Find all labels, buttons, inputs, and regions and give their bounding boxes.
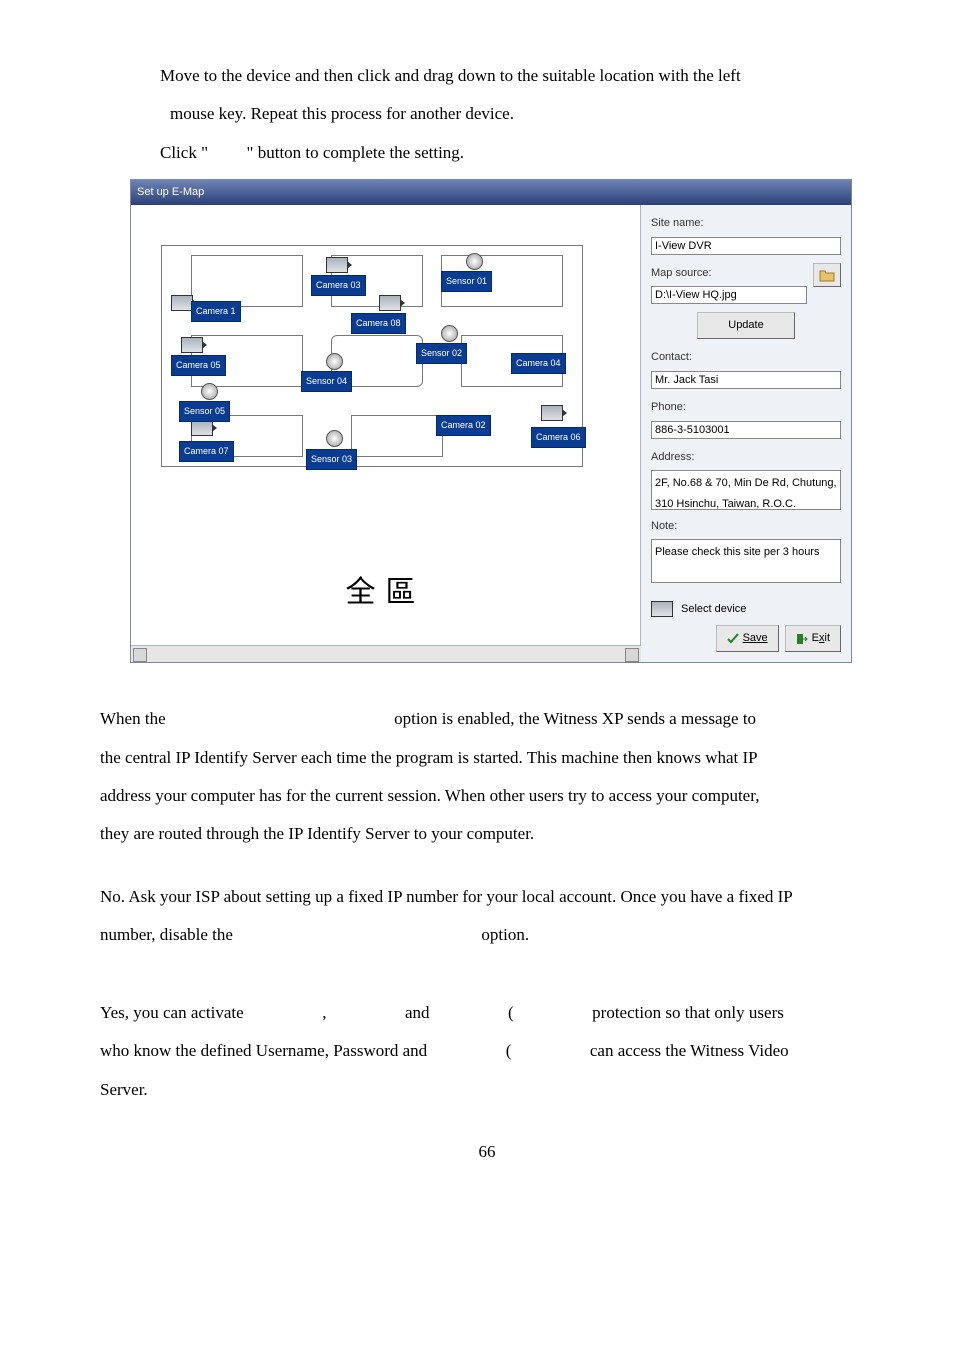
emap-titlebar: Set up E-Map bbox=[131, 180, 851, 205]
body-p6: number, disable the option. bbox=[100, 919, 874, 951]
emap-sidebar: Site name: Map source: Update Con bbox=[641, 205, 851, 663]
note-label: Note: bbox=[651, 516, 841, 537]
instr-line2: mouse key. Repeat this process for anoth… bbox=[100, 98, 874, 130]
address-input[interactable]: 2F, No.68 & 70, Min De Rd, Chutung, 310 … bbox=[651, 470, 841, 510]
camera-icon bbox=[651, 601, 673, 617]
camera06-label: Camera 06 bbox=[531, 427, 586, 448]
body-p7: Yes, you can activate , and ( protection… bbox=[100, 997, 874, 1029]
body-p8: who know the defined Username, Password … bbox=[100, 1035, 874, 1067]
page-number: 66 bbox=[100, 1136, 874, 1168]
site-name-input[interactable] bbox=[651, 237, 841, 255]
browse-button[interactable] bbox=[813, 263, 841, 287]
note-input[interactable]: Please check this site per 3 hours bbox=[651, 539, 841, 583]
camera-icon[interactable] bbox=[326, 257, 348, 273]
instr-line3a: Click " bbox=[160, 143, 208, 162]
body-p7e: protection so that only users bbox=[592, 1003, 784, 1022]
body-p1b: option is enabled, the Witness XP sends … bbox=[394, 709, 756, 728]
body-p7c: and bbox=[405, 1003, 430, 1022]
instr-line3b: " button to complete the setting. bbox=[247, 143, 465, 162]
sensor05-label: Sensor 05 bbox=[179, 401, 230, 422]
exit-icon bbox=[796, 633, 808, 645]
canvas-scrollbar[interactable] bbox=[131, 645, 641, 662]
camera04-label: Camera 04 bbox=[511, 353, 566, 374]
camera08-label: Camera 08 bbox=[351, 313, 406, 334]
sensor03-label: Sensor 03 bbox=[306, 449, 357, 470]
sensor04-label: Sensor 04 bbox=[301, 371, 352, 392]
body-p8c: can access the Witness Video bbox=[590, 1041, 789, 1060]
body-p1a: When the bbox=[100, 709, 170, 728]
site-name-label: Site name: bbox=[651, 213, 841, 234]
sensor01-label: Sensor 01 bbox=[441, 271, 492, 292]
camera02-label: Camera 02 bbox=[436, 415, 491, 436]
camera07-label: Camera 07 bbox=[179, 441, 234, 462]
body-p6a: number, disable the bbox=[100, 925, 237, 944]
sensor-icon[interactable] bbox=[201, 383, 218, 400]
save-label: Save bbox=[743, 632, 768, 644]
sensor-icon[interactable] bbox=[466, 253, 483, 270]
camera-icon[interactable] bbox=[181, 337, 203, 353]
exit-button[interactable]: Exit bbox=[785, 625, 841, 652]
camera05-label: Camera 05 bbox=[171, 355, 226, 376]
phone-input[interactable] bbox=[651, 421, 841, 439]
check-icon bbox=[727, 633, 739, 645]
camera-icon[interactable] bbox=[171, 295, 193, 311]
body-p4: they are routed through the IP Identify … bbox=[100, 818, 874, 850]
sensor-icon[interactable] bbox=[326, 353, 343, 370]
body-p6b: option. bbox=[481, 925, 529, 944]
address-label: Address: bbox=[651, 447, 841, 468]
sensor02-label: Sensor 02 bbox=[416, 343, 467, 364]
select-device-label[interactable]: Select device bbox=[681, 599, 746, 620]
instr-line1: Move to the device and then click and dr… bbox=[100, 60, 874, 92]
body-p1: When the option is enabled, the Witness … bbox=[100, 703, 874, 735]
contact-input[interactable] bbox=[651, 371, 841, 389]
instr-line3: Click " " button to complete the setting… bbox=[100, 137, 874, 169]
body-p7b: , bbox=[322, 1003, 326, 1022]
camera-icon[interactable] bbox=[379, 295, 401, 311]
body-p7a: Yes, you can activate bbox=[100, 1003, 244, 1022]
camera-icon[interactable] bbox=[541, 405, 563, 421]
contact-label: Contact: bbox=[651, 347, 841, 368]
sensor-icon[interactable] bbox=[441, 325, 458, 342]
camera03-label: Camera 03 bbox=[311, 275, 366, 296]
body-p9: Server. bbox=[100, 1074, 874, 1106]
canvas-bigtext: 全區 bbox=[346, 564, 426, 621]
save-button[interactable]: Save bbox=[716, 625, 779, 652]
body-p8b: ( bbox=[506, 1041, 512, 1060]
phone-label: Phone: bbox=[651, 397, 841, 418]
body-p2: the central IP Identify Server each time… bbox=[100, 742, 874, 774]
camera-icon[interactable] bbox=[191, 420, 213, 436]
folder-icon bbox=[819, 268, 835, 282]
body-p8a: who know the defined Username, Password … bbox=[100, 1041, 427, 1060]
map-source-label: Map source: bbox=[651, 263, 807, 284]
camera1-label: Camera 1 bbox=[191, 301, 241, 322]
emap-dialog: Set up E-Map Camera 03 bbox=[130, 179, 852, 663]
body-p5: No. Ask your ISP about setting up a fixe… bbox=[100, 881, 874, 913]
emap-canvas[interactable]: Camera 03 Camera 1 Camera 08 Camera 05 C… bbox=[131, 205, 641, 646]
update-button[interactable]: Update bbox=[697, 312, 794, 339]
body-p7d: ( bbox=[508, 1003, 514, 1022]
map-source-input[interactable] bbox=[651, 286, 807, 304]
sensor-icon[interactable] bbox=[326, 430, 343, 447]
body-p3: address your computer has for the curren… bbox=[100, 780, 874, 812]
